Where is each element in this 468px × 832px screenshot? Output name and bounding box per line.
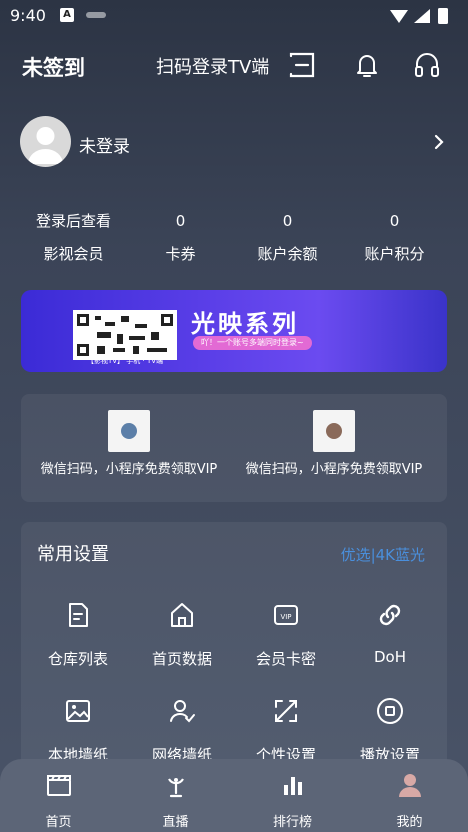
mini-program-qr-icon bbox=[313, 410, 355, 452]
image-icon bbox=[66, 700, 90, 722]
stat-label: 卡券 bbox=[165, 245, 196, 263]
setting-doh[interactable]: DoH bbox=[338, 600, 442, 680]
link-icon bbox=[379, 604, 401, 626]
setting-repo-list[interactable]: 仓库列表 bbox=[26, 600, 130, 680]
qr-promo-item[interactable]: 微信扫码，小程序免费领取VIP bbox=[24, 410, 234, 477]
a-badge-icon: A bbox=[60, 8, 74, 22]
battery-icon bbox=[438, 8, 448, 24]
avatar[interactable] bbox=[20, 116, 71, 167]
tab-mine[interactable]: 我的 bbox=[351, 771, 468, 830]
tab-live[interactable]: 直播 bbox=[117, 771, 234, 830]
stat-balance[interactable]: 0 账户余额 bbox=[234, 206, 341, 272]
svg-text:VIP: VIP bbox=[280, 613, 291, 621]
setting-home-data[interactable]: 首页数据 bbox=[130, 600, 234, 680]
stop-circle-icon bbox=[377, 698, 403, 724]
tab-label: 我的 bbox=[396, 815, 423, 830]
wifi-icon bbox=[390, 10, 408, 23]
stat-label: 账户积分 bbox=[364, 245, 425, 263]
setting-label: DoH bbox=[373, 648, 406, 666]
status-time: 9:40 bbox=[10, 6, 46, 25]
tab-label: 排行榜 bbox=[272, 815, 312, 830]
bar-chart-icon bbox=[283, 777, 302, 795]
banner-qr-caption: 【影视TV】 手机 · TV端 bbox=[86, 357, 164, 365]
chevron-right-icon[interactable] bbox=[432, 133, 446, 151]
qr-promo-item[interactable]: 微信扫码，小程序免费领取VIP bbox=[229, 410, 439, 477]
default-avatar-icon bbox=[28, 127, 63, 164]
stat-points[interactable]: 0 账户积分 bbox=[341, 206, 448, 272]
status-bar: 9:40 A bbox=[0, 0, 468, 32]
scan-icon[interactable] bbox=[287, 50, 317, 80]
expand-icon bbox=[275, 700, 297, 722]
headset-icon[interactable] bbox=[412, 50, 442, 80]
qr-promo-caption: 微信扫码，小程序免费领取VIP bbox=[245, 462, 423, 477]
bottom-tab-bar: 首页 直播 排行榜 我的 bbox=[0, 759, 468, 832]
top-header: 未签到 扫码登录TV端 bbox=[0, 40, 468, 90]
qr-promo-caption: 微信扫码，小程序免费领取VIP bbox=[40, 462, 218, 477]
vip-card-icon: VIP bbox=[274, 605, 298, 625]
mini-program-qr-icon bbox=[108, 410, 150, 452]
stat-value: 0 bbox=[175, 212, 186, 230]
home-icon bbox=[171, 603, 193, 627]
banner-title: 光映系列 bbox=[191, 310, 299, 338]
stat-value: 登录后查看 bbox=[35, 212, 111, 230]
clapperboard-icon bbox=[46, 775, 71, 796]
stat-coupons[interactable]: 0 卡券 bbox=[127, 206, 234, 272]
tab-home[interactable]: 首页 bbox=[0, 771, 117, 830]
profile-row[interactable]: 未登录 bbox=[20, 116, 450, 170]
signal-icon bbox=[414, 9, 430, 23]
user-icon bbox=[398, 774, 421, 797]
user-check-icon bbox=[170, 700, 195, 723]
banner-qr-image bbox=[73, 310, 177, 360]
stat-value: 0 bbox=[389, 212, 400, 230]
stat-membership[interactable]: 登录后查看 影视会员 bbox=[20, 206, 127, 272]
setting-label: 会员卡密 bbox=[255, 650, 316, 668]
bell-icon[interactable] bbox=[352, 50, 382, 80]
profile-name: 未登录 bbox=[79, 137, 130, 157]
status-icons bbox=[390, 8, 448, 24]
qr-promo-card: 微信扫码，小程序免费领取VIP 微信扫码，小程序免费领取VIP bbox=[21, 394, 447, 502]
promo-banner[interactable]: 【影视TV】 手机 · TV端 光映系列 吖！一个账号多端同时登录~ bbox=[21, 290, 447, 372]
settings-title: 常用设置 bbox=[37, 544, 109, 565]
tab-label: 直播 bbox=[162, 815, 189, 830]
setting-label: 仓库列表 bbox=[47, 650, 108, 668]
banner-subtitle: 吖！一个账号多端同时登录~ bbox=[193, 336, 312, 350]
stat-value: 0 bbox=[282, 212, 293, 230]
antenna-icon bbox=[167, 778, 184, 798]
tab-ranking[interactable]: 排行榜 bbox=[234, 771, 351, 830]
notification-dots-icon bbox=[86, 12, 106, 18]
preferred-quality-link[interactable]: 优选|4K蓝光 bbox=[341, 544, 425, 565]
account-stats: 登录后查看 影视会员 0 卡券 0 账户余额 0 账户积分 bbox=[20, 206, 448, 276]
sign-in-status[interactable]: 未签到 bbox=[22, 52, 85, 82]
stat-label: 账户余额 bbox=[257, 245, 318, 263]
tab-label: 首页 bbox=[45, 815, 72, 830]
stat-label: 影视会员 bbox=[43, 245, 104, 263]
tv-login-link[interactable]: 扫码登录TV端 bbox=[156, 53, 269, 79]
setting-vip-card[interactable]: VIP 会员卡密 bbox=[234, 600, 338, 680]
setting-label: 首页数据 bbox=[151, 650, 212, 668]
edit-file-icon bbox=[69, 603, 88, 627]
